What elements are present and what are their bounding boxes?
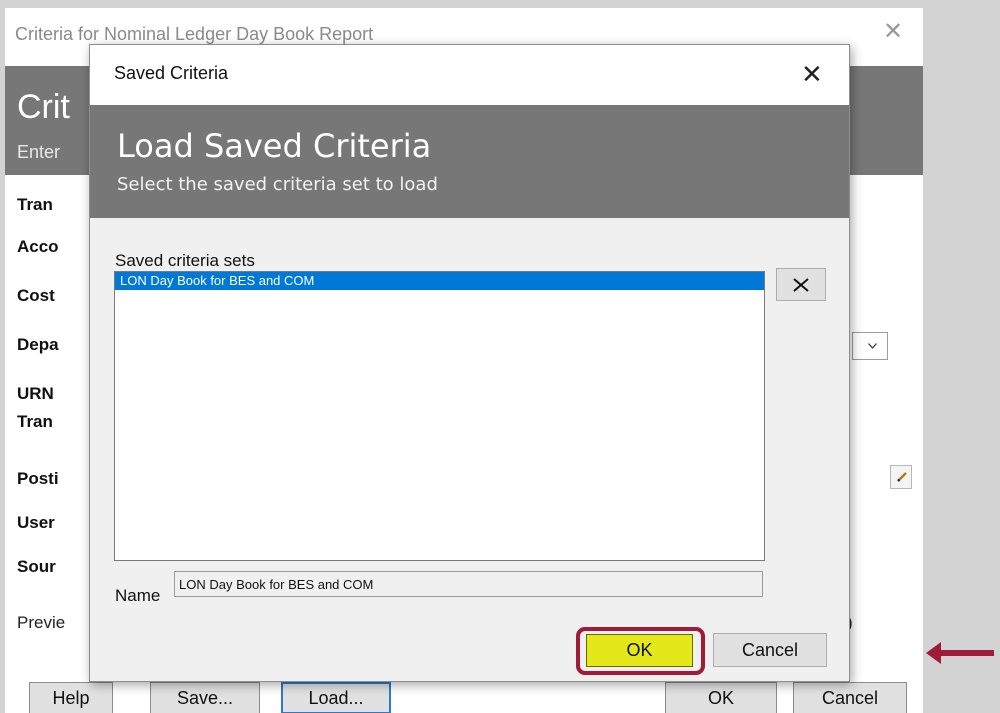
preview-label: Previe xyxy=(17,613,66,632)
field-label-cost-centre: Cost xyxy=(17,286,55,305)
name-field[interactable] xyxy=(174,571,763,597)
field-label-transaction-2: Tran xyxy=(17,412,53,431)
edit-button[interactable] xyxy=(890,465,912,489)
field-label-user: User xyxy=(17,513,55,532)
field-label-account: Acco xyxy=(17,237,59,256)
close-icon[interactable]: ✕ xyxy=(801,61,823,87)
field-label-urn: URN xyxy=(17,384,54,403)
dialog-heading: Load Saved Criteria xyxy=(117,127,432,165)
cancel-button[interactable]: Cancel xyxy=(713,633,827,667)
criteria-window-title: Criteria for Nominal Ledger Day Book Rep… xyxy=(15,24,374,44)
field-label-posting: Posti xyxy=(17,469,59,488)
field-label-department: Depa xyxy=(17,335,59,354)
pencil-icon xyxy=(897,472,907,482)
criteria-window-banner-subtitle: Enter xyxy=(17,142,61,162)
field-label-source: Sour xyxy=(17,557,56,576)
saved-sets-list[interactable]: LON Day Book for BES and COM xyxy=(114,271,765,561)
criteria-ok-button[interactable]: OK xyxy=(665,682,777,713)
dialog-titlebar: Saved Criteria ✕ xyxy=(90,45,849,105)
dialog-title: Saved Criteria xyxy=(114,63,229,83)
arrow-left-icon xyxy=(926,642,994,664)
dialog-banner: Load Saved Criteria Select the saved cri… xyxy=(90,105,849,218)
x-icon xyxy=(793,278,809,292)
chevron-down-icon xyxy=(868,343,877,349)
field-label-transaction: Tran xyxy=(17,195,53,214)
criteria-window-close-icon[interactable]: ✕ xyxy=(883,20,903,44)
help-button[interactable]: Help xyxy=(29,682,113,713)
department-dropdown[interactable] xyxy=(852,332,888,360)
name-label: Name xyxy=(115,586,161,605)
load-criteria-button[interactable]: Load... xyxy=(281,682,391,713)
saved-set-item[interactable]: LON Day Book for BES and COM xyxy=(115,272,764,290)
saved-criteria-dialog: Saved Criteria ✕ Load Saved Criteria Sel… xyxy=(89,44,850,682)
criteria-window-banner-title: Crit xyxy=(17,88,70,126)
delete-set-button[interactable] xyxy=(776,268,826,301)
saved-sets-label: Saved criteria sets xyxy=(115,251,255,270)
dialog-subheading: Select the saved criteria set to load xyxy=(117,174,438,195)
save-criteria-button[interactable]: Save... xyxy=(150,682,260,713)
criteria-cancel-button[interactable]: Cancel xyxy=(793,682,907,713)
ok-button[interactable]: OK xyxy=(586,634,693,667)
